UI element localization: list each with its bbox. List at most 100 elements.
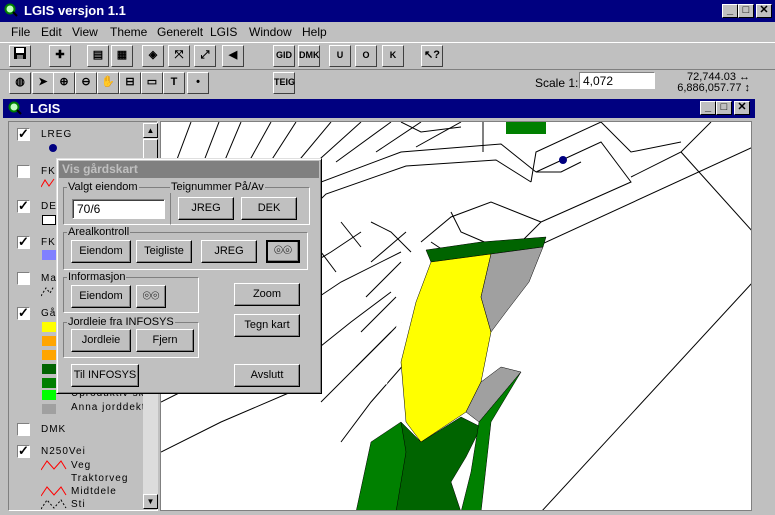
til-infosys-button[interactable]: Til INFOSYS [71,364,139,387]
theme-name[interactable]: N250Vei [41,446,86,457]
theme-name[interactable]: Gå [41,308,56,319]
teig-jreg-button[interactable]: JREG [178,197,234,220]
k-button[interactable]: K [382,45,404,67]
app-title-bar[interactable]: LGIS versjon 1.1 _ □ ✕ [0,0,775,22]
lgis-child-icon[interactable] [8,101,22,115]
pan-hand-icon[interactable]: ✋ [97,72,119,94]
zoom-in-icon[interactable]: ⊕ [53,72,75,94]
theme-name[interactable]: FK [41,166,56,177]
edit-table-icon[interactable]: ▤ [87,45,109,67]
save-icon[interactable] [9,45,31,67]
select-feature-icon[interactable]: ◈ [142,45,164,67]
menu-file[interactable]: File [11,25,30,39]
app-title: LGIS versjon 1.1 [24,3,126,18]
theme-checkbox-fk[interactable] [17,165,30,178]
areal-eiendom-button[interactable]: Eiendom [71,240,131,263]
fjern-button[interactable]: Fjern [136,329,194,352]
scroll-up-arrow-icon[interactable]: ▲ [143,123,158,138]
fk-fill-swatch [42,250,56,260]
theme-checkbox-ga[interactable]: ✓ [17,306,30,320]
gid-button[interactable]: GID [273,45,295,67]
white-road [383,301,406,385]
bright-green-swatch [42,390,56,400]
arealkontroll-label: Arealkontroll [67,226,131,238]
zoom-in-extent-icon[interactable]: ⤧ [168,45,190,67]
legend-item: Veg [71,460,92,471]
menu-view[interactable]: View [72,25,98,39]
pointer-icon[interactable]: ➤ [32,72,54,94]
grey-swatch [42,404,56,414]
zoom-out-icon[interactable]: ⊖ [75,72,97,94]
maximize-button[interactable]: □ [738,4,754,18]
toolbar-main: ✚ ▤ ▦ ◈ ⤧ ⤢ ◀ GID DMK U O K ↖? [0,42,775,68]
lreg-point [559,156,567,164]
theme-name[interactable]: FK [41,237,56,248]
theme-checkbox-dmk[interactable] [17,423,30,436]
info-eiendom-button[interactable]: Eiendom [71,285,131,308]
previous-extent-icon[interactable]: ◀ [222,45,244,67]
jordleie-button[interactable]: Jordleie [71,329,131,352]
areal-binoculars-icon[interactable]: ⌾⌾ [266,240,300,263]
dialog-title[interactable]: Vis gårdskart [59,161,319,178]
info-binoculars-icon[interactable]: ⌾⌾ [136,285,166,308]
sti-line-symbol [41,499,67,510]
zoom-button[interactable]: Zoom [234,283,300,306]
green-area [356,421,407,510]
informasjon-label: Informasjon [67,271,127,283]
minimize-button[interactable]: _ [722,4,738,18]
theme-checkbox-n250vei[interactable]: ✓ [17,444,30,458]
menu-window[interactable]: Window [249,25,292,39]
theme-name[interactable]: Ma [41,273,57,284]
lreg-point-symbol [49,144,57,152]
jordleie-label: Jordleie fra INFOSYS [67,316,175,328]
edit-table-2-icon[interactable]: ▦ [111,45,133,67]
child-title-bar[interactable]: LGIS _ □ ✕ [3,99,755,118]
theme-checkbox-ma[interactable] [17,272,30,285]
menu-theme[interactable]: Theme [110,25,147,39]
child-close-button[interactable]: ✕ [734,101,750,115]
areal-jreg-button[interactable]: JREG [201,240,257,263]
close-button[interactable]: ✕ [756,4,772,18]
legend-item: Anna jorddekt [71,402,146,413]
theme-name[interactable]: LREG [41,129,72,140]
identify-icon[interactable]: ◍ [9,72,31,94]
scroll-down-arrow-icon[interactable]: ▼ [143,494,158,509]
u-button[interactable]: U [329,45,351,67]
teig-button[interactable]: TEIG [273,72,295,94]
tegn-kart-button[interactable]: Tegn kart [234,314,300,337]
hotlink-icon[interactable]: ▭ [141,72,163,94]
menu-help[interactable]: Help [302,25,327,39]
menu-edit[interactable]: Edit [41,25,62,39]
valgt-eiendom-input[interactable] [72,199,165,219]
dark-green-swatch [42,364,56,374]
yellow-swatch [42,322,56,332]
teignummer-label: Teignummer På/Av [170,181,265,193]
help-pointer-icon[interactable]: ↖? [421,45,443,67]
dmk-button[interactable]: DMK [298,45,320,67]
orange-swatch [42,336,56,346]
theme-name[interactable]: DE [41,201,57,212]
theme-checkbox-fk2[interactable]: ✓ [17,235,30,249]
zoom-full-extent-icon[interactable]: ⤢ [194,45,216,67]
coord-y: 6,886,057.77 ↕ [677,82,751,94]
de-fill-swatch [42,215,56,225]
theme-checkbox-de[interactable]: ✓ [17,199,30,213]
o-button[interactable]: O [355,45,377,67]
menu-generelt[interactable]: Generelt [157,25,203,39]
add-theme-icon[interactable]: ✚ [49,45,71,67]
child-title: LGIS [30,101,61,116]
vis-gardskart-dialog: Vis gårdskart Valgt eiendom Teignummer P… [56,158,322,394]
theme-name[interactable]: DMK [41,424,66,435]
teig-dek-button[interactable]: DEK [241,197,297,220]
point-tool-icon[interactable]: • [187,72,209,94]
vertical-arrow-icon: ↕ [744,82,751,94]
lgis-app-icon[interactable] [4,3,18,17]
child-minimize-button[interactable]: _ [700,101,716,115]
avslutt-button[interactable]: Avslutt [234,364,300,387]
child-maximize-button[interactable]: □ [716,101,732,115]
measure-icon[interactable]: ⊟ [119,72,141,94]
text-tool-icon[interactable]: T [163,72,185,94]
areal-teigliste-button[interactable]: Teigliste [136,240,192,263]
theme-checkbox-lreg[interactable]: ✓ [17,127,30,141]
menu-lgis[interactable]: LGIS [210,25,237,39]
